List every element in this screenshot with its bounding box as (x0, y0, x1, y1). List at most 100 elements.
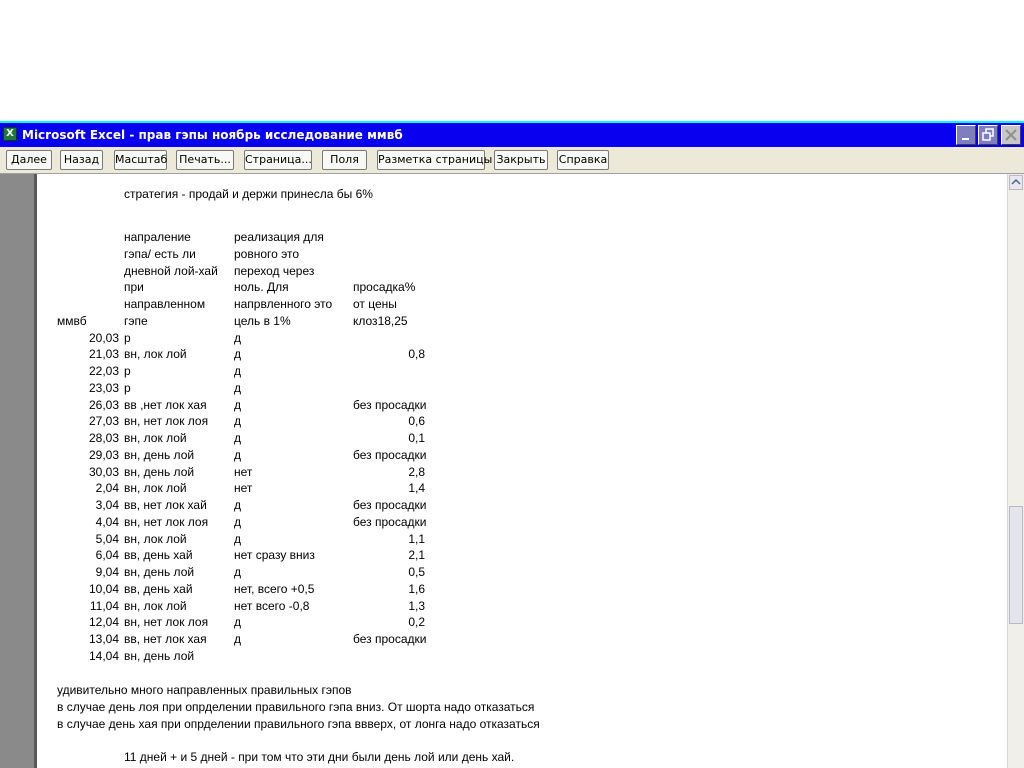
gap-cell: р (124, 330, 131, 345)
preview-background (0, 174, 37, 768)
header-drawdown-line: просадка% (353, 280, 416, 295)
header-gap-line: дневной лой-хай (124, 263, 218, 278)
drawdown-cell: 2,8 (408, 464, 425, 479)
realization-cell: нет (234, 464, 253, 479)
gap-cell: вн, день лой (124, 464, 195, 479)
date-cell: 2,04 (95, 481, 119, 496)
note-line: удивительно много направленных правильны… (57, 683, 352, 697)
header-realization-line: напрвленного это (234, 297, 333, 311)
print-preview-page: стратегия - продай и держи принесла бы 6… (37, 174, 1007, 768)
minimize-button[interactable] (956, 125, 976, 145)
header-index-name: ммвб (57, 313, 87, 328)
date-cell: 5,04 (95, 531, 119, 546)
realization-cell: нет (234, 481, 253, 496)
drawdown-cell: без просадки (353, 632, 427, 646)
date-cell: 4,04 (95, 514, 119, 529)
gap-cell: вн, нет лок лоя (124, 414, 209, 429)
realization-cell: д (234, 414, 242, 429)
header-gap-line: гэпа/ есть ли (124, 246, 196, 261)
drawdown-cell: 1,4 (408, 481, 425, 496)
gap-cell: вн, нет лок лоя (124, 514, 209, 529)
realization-cell: д (234, 447, 242, 462)
drawdown-cell: без просадки (353, 447, 427, 462)
gap-cell: вн, день лой (124, 648, 195, 663)
date-cell: 28,03 (88, 431, 119, 445)
gap-cell: вн, день лой (124, 565, 195, 579)
drawdown-cell: 0,8 (408, 347, 425, 362)
gap-cell: р (124, 364, 131, 378)
realization-cell: д (234, 347, 242, 362)
gap-cell: р (124, 380, 131, 395)
gap-cell: вн, лок лой (124, 598, 187, 613)
gap-cell: вв ,нет лок хая (124, 397, 207, 412)
date-cell: 29,03 (88, 447, 119, 462)
realization-cell: нет, всего +0,5 (234, 581, 315, 596)
page-setup-button[interactable]: Страница... (244, 150, 312, 170)
date-cell: 20,03 (88, 330, 119, 345)
header-realization-line: цель в 1% (234, 313, 291, 328)
print-preview-toolbar: Далее Назад Масштаб Печать... Страница..… (0, 147, 1024, 174)
window-title: Microsoft Excel - прав гэпы ноябрь иссле… (22, 128, 403, 142)
excel-icon[interactable]: X (3, 127, 17, 141)
next-page-button[interactable]: Далее (6, 150, 52, 170)
drawdown-cell: 1,3 (408, 598, 425, 613)
realization-cell: д (234, 330, 242, 345)
header-realization-line: переход через (234, 263, 315, 278)
page-break-preview-button[interactable]: Разметка страницы (377, 150, 492, 170)
scrollbar-thumb[interactable] (1009, 506, 1023, 624)
drawdown-cell: 0,5 (408, 565, 425, 579)
note-line: в случае день хая при опрделении правиль… (57, 716, 540, 731)
drawdown-cell: 0,1 (408, 431, 425, 445)
date-cell: 9,04 (95, 565, 119, 579)
realization-cell: нет всего -0,8 (234, 598, 310, 613)
realization-cell: д (234, 380, 242, 395)
desktop-background (0, 0, 1024, 121)
gap-cell: вв, нет лок хая (124, 632, 207, 646)
summary-note: 11 дней + и 5 дней - при том что эти дни… (124, 750, 515, 764)
gap-cell: вв, нет лок хай (124, 498, 207, 512)
help-button[interactable]: Справка (557, 150, 609, 170)
close-icon (1005, 129, 1017, 141)
drawdown-cell: 0,6 (408, 414, 425, 429)
scroll-up-button[interactable] (1009, 175, 1023, 190)
date-cell: 22,03 (88, 364, 119, 378)
strategy-note: стратегия - продай и держи принесла бы 6… (124, 187, 373, 201)
gap-cell: вн, нет лок лоя (124, 615, 209, 630)
print-button[interactable]: Печать... (176, 150, 234, 170)
header-drawdown-line: клоз18,25 (353, 313, 408, 328)
drawdown-cell: 2,1 (408, 548, 425, 563)
previous-page-button[interactable]: Назад (60, 150, 103, 170)
date-cell: 11,04 (89, 598, 119, 613)
drawdown-cell: без просадки (353, 514, 427, 529)
realization-cell: д (234, 531, 242, 546)
chevron-up-icon (1011, 178, 1021, 185)
note-line: в случае день лоя при опрделении правиль… (57, 699, 535, 714)
realization-cell: д (234, 565, 242, 579)
gap-cell: вн, лок лой (124, 431, 187, 445)
gap-cell: вв, день хай (124, 548, 193, 563)
header-gap-line: при (124, 280, 144, 295)
date-cell: 21,03 (88, 347, 119, 362)
realization-cell: д (234, 397, 242, 412)
header-gap-line: напраление (124, 230, 191, 244)
zoom-button[interactable]: Масштаб (114, 150, 167, 170)
gap-cell: вн, лок лой (124, 347, 187, 362)
vertical-scrollbar[interactable] (1007, 174, 1024, 768)
drawdown-cell: без просадки (353, 498, 427, 512)
date-cell: 27,03 (88, 414, 119, 429)
title-bar: X Microsoft Excel - прав гэпы ноябрь исс… (0, 121, 1024, 147)
realization-cell: д (234, 431, 242, 445)
date-cell: 26,03 (88, 397, 119, 412)
close-button[interactable] (1001, 125, 1021, 145)
margins-button[interactable]: Поля (322, 150, 367, 170)
realization-cell: д (234, 514, 242, 529)
date-cell: 12,04 (88, 615, 119, 630)
drawdown-cell: 1,6 (408, 581, 425, 596)
gap-cell: вн, день лой (124, 447, 195, 462)
restore-icon (982, 128, 994, 141)
close-preview-button[interactable]: Закрыть (494, 150, 548, 170)
restore-button[interactable] (978, 125, 998, 145)
minimize-icon (962, 138, 969, 140)
header-realization-line: реализация для (234, 230, 324, 244)
gap-cell: вн, лок лой (124, 481, 187, 496)
